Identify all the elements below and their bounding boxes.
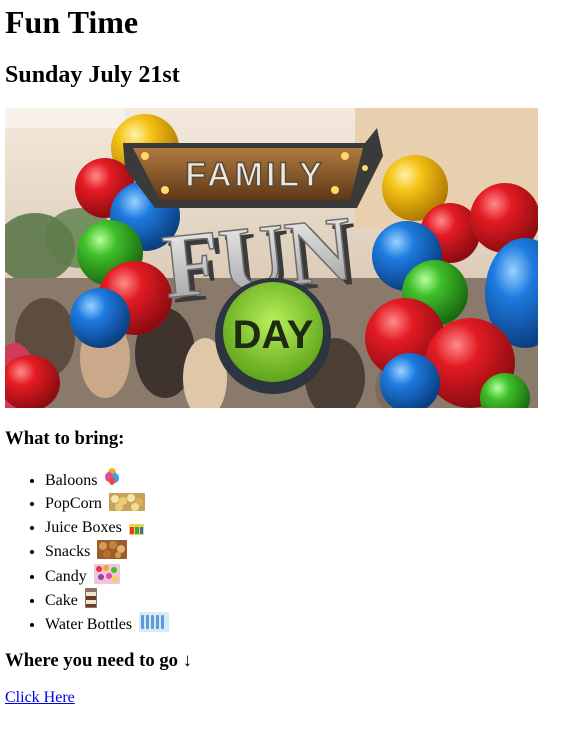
list-item-label: Water Bottles xyxy=(45,616,133,633)
cake-icon xyxy=(84,588,97,608)
list-item-label: Baloons xyxy=(45,472,98,489)
banner-family-text: FAMILY xyxy=(185,156,325,194)
candy-icon xyxy=(93,564,120,584)
balloons-icon xyxy=(105,468,120,485)
event-date: Sunday July 21st xyxy=(5,62,180,88)
list-item: Water Bottles xyxy=(45,612,170,636)
list-item: PopCorn xyxy=(45,492,169,516)
list-item: Baloons xyxy=(45,468,169,492)
list-item-label: PopCorn xyxy=(45,495,102,512)
list-item: Snacks xyxy=(45,540,169,564)
list-item: Candy xyxy=(45,564,169,588)
bring-list: Baloons PopCorn Juice Boxes Snacks xyxy=(5,468,170,636)
what-to-bring-heading: What to bring: xyxy=(5,428,125,449)
banner-image: FAMILY FUN FUN DAY xyxy=(5,108,538,408)
list-item: Juice Boxes xyxy=(45,516,169,540)
page-title: Fun Time xyxy=(5,4,139,40)
family-fun-day-banner: FAMILY FUN FUN DAY xyxy=(5,108,538,408)
list-item-label: Candy xyxy=(45,568,87,585)
list-item-label: Snacks xyxy=(45,543,91,560)
list-item-label: Juice Boxes xyxy=(45,519,122,536)
snacks-icon xyxy=(97,540,128,559)
banner-day-text: DAY xyxy=(233,313,314,357)
water-bottles-icon xyxy=(139,612,170,632)
juice-boxes-icon xyxy=(128,524,144,535)
list-item: Cake xyxy=(45,588,169,612)
list-item-label: Cake xyxy=(45,592,78,609)
click-here-link[interactable]: Click Here xyxy=(5,689,75,707)
where-to-go-heading: Where you need to go ↓ xyxy=(5,650,193,671)
popcorn-icon xyxy=(108,493,145,511)
